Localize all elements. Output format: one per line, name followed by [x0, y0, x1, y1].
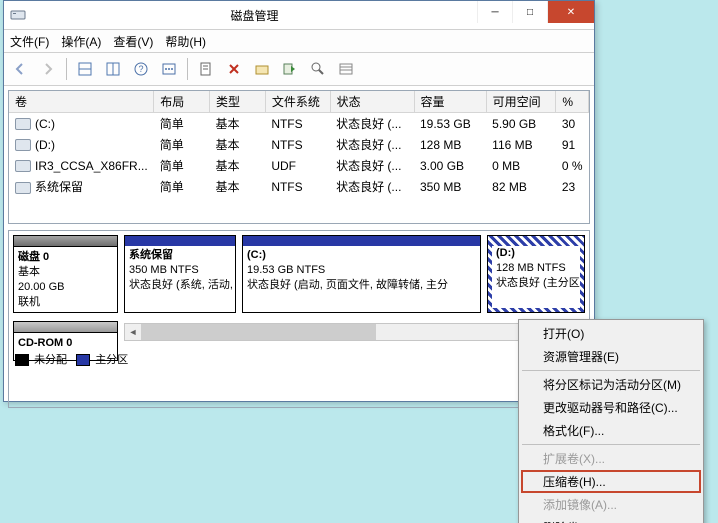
- col-layout[interactable]: 布局: [154, 91, 210, 113]
- ctx-explorer[interactable]: 资源管理器(E): [521, 345, 701, 368]
- forward-icon[interactable]: [36, 57, 60, 81]
- volume-row[interactable]: (D:)简单基本NTFS状态良好 (...128 MB116 MB91: [9, 134, 589, 155]
- partition-system-reserved[interactable]: 系统保留 350 MB NTFS 状态良好 (系统, 活动, 主: [124, 235, 236, 313]
- disk-row-0: 磁盘 0 基本 20.00 GB 联机 系统保留 350 MB NTFS 状态良…: [13, 235, 585, 313]
- col-fs[interactable]: 文件系统: [265, 91, 330, 113]
- drive-icon: [15, 182, 31, 194]
- disk-map-pane: 磁盘 0 基本 20.00 GB 联机 系统保留 350 MB NTFS 状态良…: [8, 230, 590, 408]
- drive-icon: [15, 160, 31, 172]
- delete-icon[interactable]: [222, 57, 246, 81]
- col-volume[interactable]: 卷: [9, 91, 154, 113]
- close-button[interactable]: ✕: [547, 1, 594, 23]
- menubar: 文件(F) 操作(A) 查看(V) 帮助(H): [4, 30, 594, 53]
- disk-label[interactable]: 磁盘 0 基本 20.00 GB 联机: [13, 235, 118, 313]
- menu-action[interactable]: 操作(A): [61, 33, 101, 50]
- properties-icon[interactable]: [250, 57, 274, 81]
- partition-c[interactable]: (C:) 19.53 GB NTFS 状态良好 (启动, 页面文件, 故障转储,…: [242, 235, 481, 313]
- minimize-button[interactable]: ─: [477, 1, 512, 23]
- settings-icon[interactable]: [157, 57, 181, 81]
- back-icon[interactable]: [8, 57, 32, 81]
- titlebar[interactable]: 磁盘管理 ─ □ ✕: [4, 1, 594, 30]
- ctx-delete[interactable]: 删除卷(D)...: [521, 516, 701, 523]
- disk-type: 基本: [18, 265, 113, 280]
- app-icon: [10, 7, 26, 23]
- disk-size: 20.00 GB: [18, 280, 113, 295]
- window-title: 磁盘管理: [32, 7, 477, 24]
- context-menu: 打开(O) 资源管理器(E) 将分区标记为活动分区(M) 更改驱动器号和路径(C…: [518, 319, 704, 523]
- volume-header-row: 卷 布局 类型 文件系统 状态 容量 可用空间 %: [9, 91, 589, 113]
- drive-icon: [15, 139, 31, 151]
- legend-swatch-unalloc: [15, 354, 29, 366]
- ctx-format[interactable]: 格式化(F)...: [521, 419, 701, 442]
- disk-management-window: 磁盘管理 ─ □ ✕ 文件(F) 操作(A) 查看(V) 帮助(H) ?: [3, 0, 595, 402]
- disk-header-bar: [14, 236, 117, 247]
- col-state[interactable]: 状态: [330, 91, 414, 113]
- volume-row[interactable]: IR3_CCSA_X86FR...简单基本UDF状态良好 (...3.00 GB…: [9, 155, 589, 176]
- ctx-open[interactable]: 打开(O): [521, 322, 701, 345]
- col-type[interactable]: 类型: [210, 91, 266, 113]
- scroll-left-icon[interactable]: ◄: [125, 324, 141, 340]
- scroll-thumb[interactable]: [141, 324, 376, 340]
- help-icon[interactable]: ?: [129, 57, 153, 81]
- legend: 未分配 主分区: [13, 349, 585, 367]
- toolbar: ?: [4, 53, 594, 86]
- doc-icon[interactable]: [194, 57, 218, 81]
- legend-unalloc: 未分配: [34, 354, 67, 366]
- view1-icon[interactable]: [73, 57, 97, 81]
- menu-help[interactable]: 帮助(H): [165, 33, 206, 50]
- disk-scrollbar[interactable]: ◄ ►: [124, 323, 585, 341]
- cdrom-row: CD-ROM 0 ◄ ►: [13, 321, 585, 341]
- view2-icon[interactable]: [101, 57, 125, 81]
- volume-list-pane[interactable]: 卷 布局 类型 文件系统 状态 容量 可用空间 % (C:)简单基本NTFS状态…: [8, 90, 590, 224]
- maximize-button[interactable]: □: [512, 1, 547, 23]
- col-free[interactable]: 可用空间: [486, 91, 556, 113]
- legend-primary: 主分区: [95, 354, 128, 366]
- ctx-extend: 扩展卷(X)...: [521, 447, 701, 470]
- ctx-add-mirror: 添加镜像(A)...: [521, 493, 701, 516]
- legend-swatch-primary: [76, 354, 90, 366]
- list-icon[interactable]: [334, 57, 358, 81]
- menu-file[interactable]: 文件(F): [10, 33, 49, 50]
- svg-text:?: ?: [138, 64, 143, 74]
- disk-status: 联机: [18, 295, 113, 310]
- volume-row[interactable]: 系统保留简单基本NTFS状态良好 (...350 MB82 MB23: [9, 176, 589, 197]
- action-icon[interactable]: [278, 57, 302, 81]
- ctx-change-letter[interactable]: 更改驱动器号和路径(C)...: [521, 396, 701, 419]
- disk-name: 磁盘 0: [18, 250, 113, 265]
- menu-view[interactable]: 查看(V): [113, 33, 153, 50]
- ctx-mark-active[interactable]: 将分区标记为活动分区(M): [521, 373, 701, 396]
- volume-row[interactable]: (C:)简单基本NTFS状态良好 (...19.53 GB5.90 GB30: [9, 113, 589, 135]
- ctx-shrink[interactable]: 压缩卷(H)...: [521, 470, 701, 493]
- partition-d-selected[interactable]: (D:) 128 MB NTFS 状态良好 (主分区): [487, 235, 585, 313]
- search-icon[interactable]: [306, 57, 330, 81]
- col-capacity[interactable]: 容量: [414, 91, 486, 113]
- drive-icon: [15, 118, 31, 130]
- col-pct[interactable]: %: [556, 91, 589, 113]
